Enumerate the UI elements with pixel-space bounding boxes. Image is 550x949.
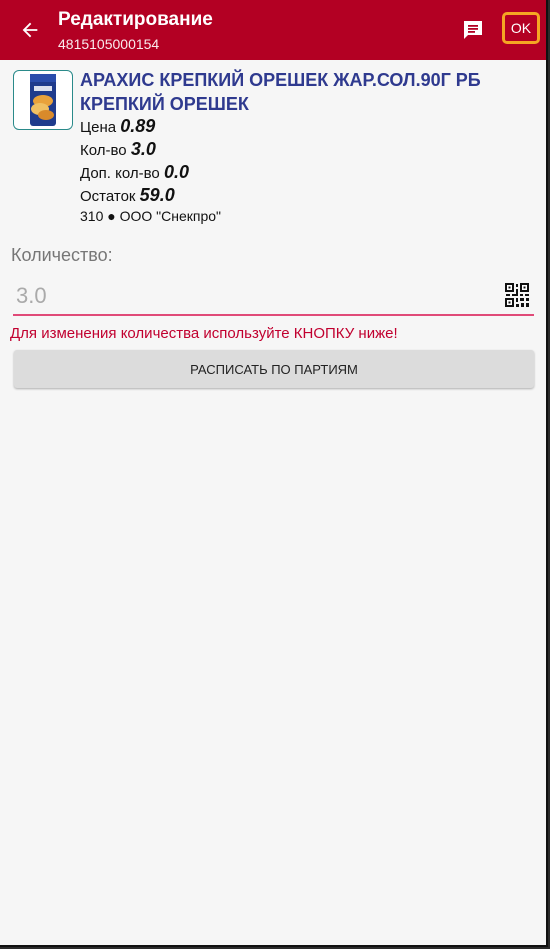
price-value: 0.89: [120, 116, 156, 136]
extra-quantity-value: 0.0: [163, 162, 189, 182]
stock-value: 59.0: [139, 185, 175, 205]
price-row: Цена 0.89: [80, 116, 155, 137]
quantity-row: Кол-во 3.0: [80, 139, 156, 160]
product-package-icon: [30, 74, 56, 126]
quantity-value: 3.0: [130, 139, 156, 159]
quantity-input-underline: [13, 314, 534, 316]
quantity-label: Кол-во: [80, 142, 127, 159]
scan-button[interactable]: [504, 282, 530, 308]
back-button[interactable]: [12, 12, 48, 48]
ok-button[interactable]: OK: [502, 12, 540, 44]
quantity-input[interactable]: [14, 278, 498, 314]
quantity-warning: Для изменения количества используйте КНО…: [10, 325, 398, 342]
stock-label: Остаток: [80, 188, 136, 205]
qr-code-icon: [505, 283, 529, 307]
comment-icon: [464, 21, 482, 39]
price-label: Цена: [80, 119, 117, 136]
quantity-field-label: Количество:: [11, 245, 113, 265]
extra-quantity-label: Доп. кол-во: [80, 165, 160, 182]
app-bar: Редактирование 4815105000154 OK: [0, 0, 546, 60]
app-bar-titles: Редактирование 4815105000154: [58, 9, 213, 53]
split-by-batches-button[interactable]: РАСПИСАТЬ ПО ПАРТИЯМ: [14, 350, 534, 388]
product-image: [13, 70, 73, 130]
barcode-subtitle: 4815105000154: [58, 36, 160, 52]
product-name: АРАХИС КРЕПКИЙ ОРЕШЕК ЖАР.СОЛ.90Г РБ КРЕ…: [80, 70, 481, 114]
stock-row: Остаток 59.0: [80, 185, 175, 206]
screen: Редактирование 4815105000154 OK АРАХИС К…: [0, 0, 548, 947]
arrow-back-icon: [22, 22, 38, 38]
extra-quantity-row: Доп. кол-во 0.0: [80, 162, 189, 183]
supplier-info: 310 ● ООО "Снекпро": [80, 208, 221, 224]
comment-button[interactable]: [456, 14, 490, 46]
page-title: Редактирование: [58, 9, 213, 30]
